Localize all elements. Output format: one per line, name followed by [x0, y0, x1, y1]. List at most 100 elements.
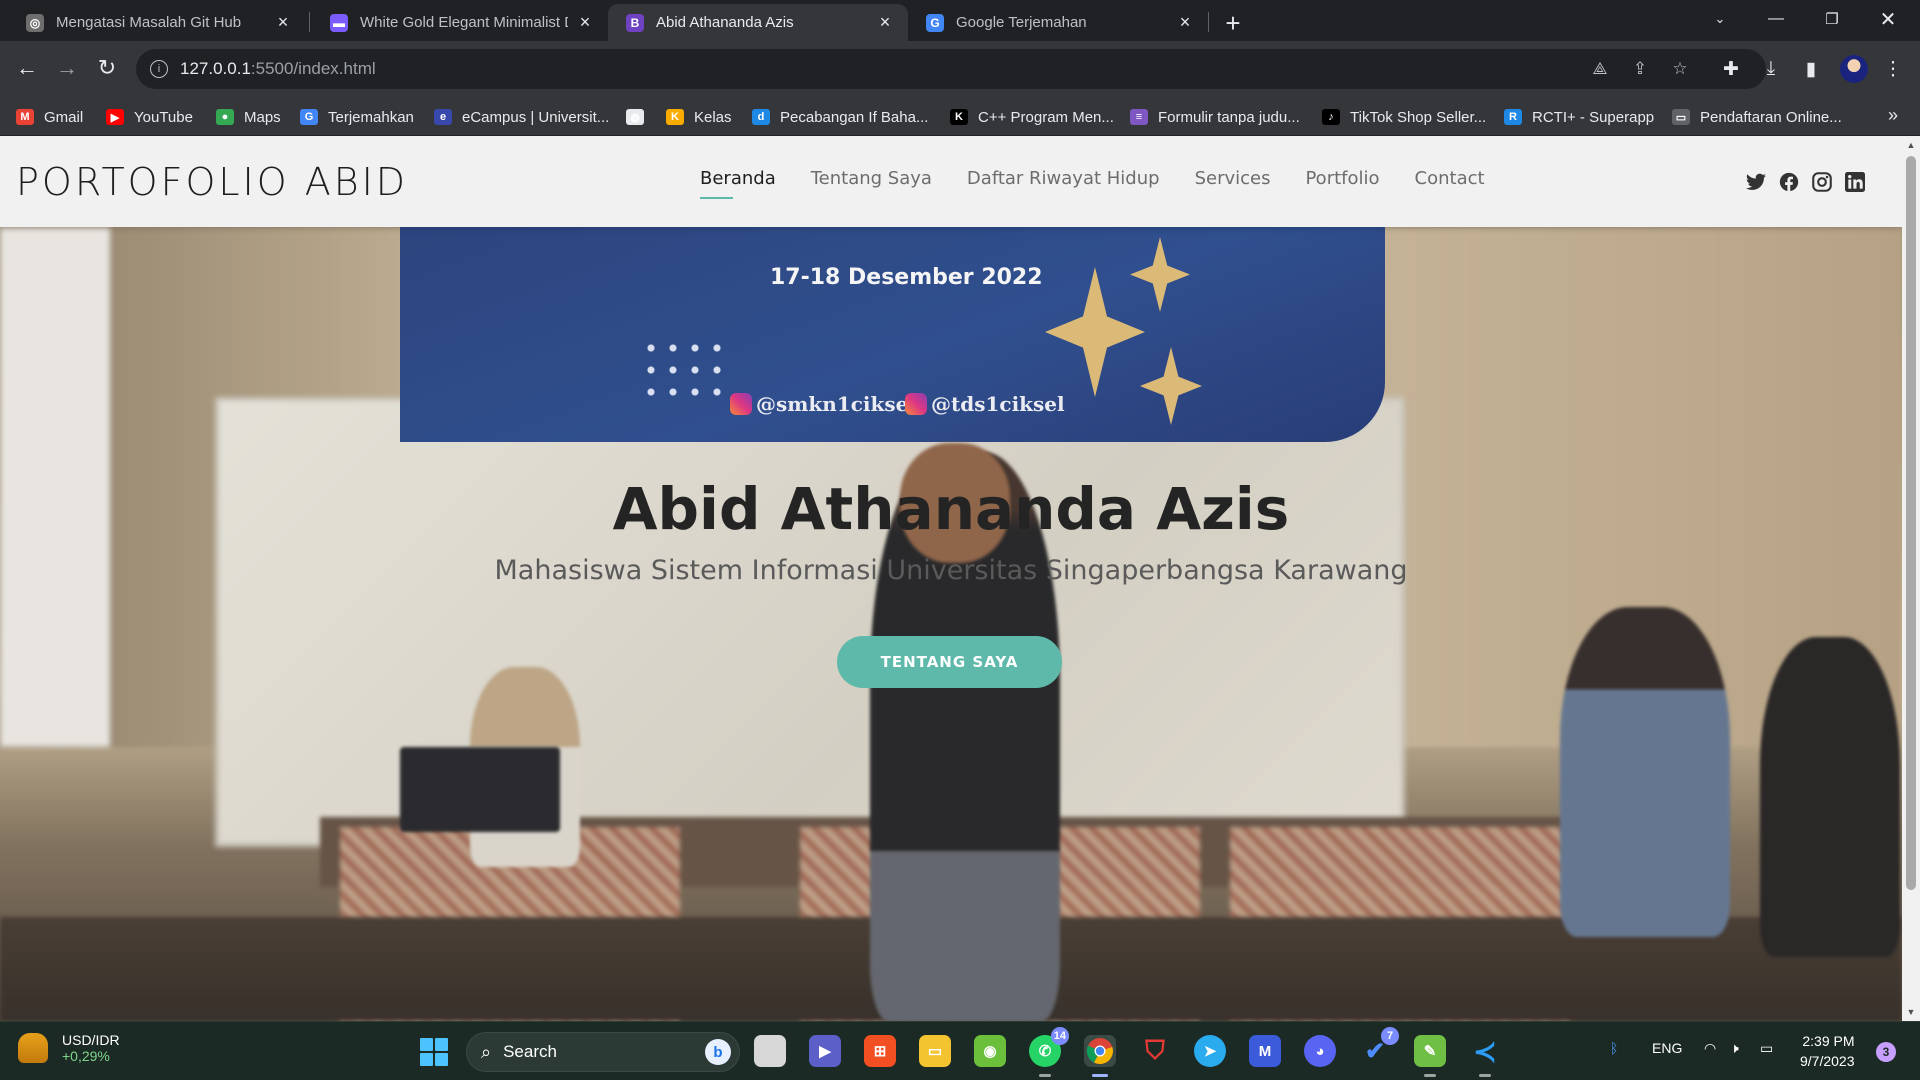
bookmark-item[interactable]: ● Maps: [216, 107, 281, 127]
bookmark-item[interactable]: ◍: [626, 107, 654, 127]
close-window-icon[interactable]: ✕: [1860, 0, 1916, 38]
nav-services[interactable]: Services: [1195, 168, 1271, 199]
close-tab-icon[interactable]: ×: [874, 12, 896, 34]
bookmark-label: YouTube: [134, 108, 193, 126]
bookmark-item[interactable]: ▭ Pendaftaran Online...: [1672, 107, 1842, 127]
scroll-down-icon[interactable]: ▼: [1906, 1007, 1916, 1017]
new-tab-button[interactable]: +: [1218, 8, 1248, 38]
running-indicator: [1424, 1074, 1436, 1077]
site-info-icon[interactable]: i: [150, 60, 168, 78]
bluetooth-icon[interactable]: ᛒ: [1610, 1040, 1618, 1056]
address-bar[interactable]: i 127.0.0.1:5500/index.html ⟁ ⇪ ☆: [136, 49, 1766, 89]
browser-title-bar: ◎ Mengatasi Masalah Git Hub × ▬ White Go…: [0, 0, 1920, 41]
bookmark-star-icon[interactable]: ☆: [1668, 58, 1692, 80]
bookmark-item[interactable]: d Pecabangan If Baha...: [752, 107, 928, 127]
system-clock[interactable]: 2:39 PM 9/7/2023: [1800, 1031, 1855, 1071]
chatgpt-icon: ◎: [26, 13, 44, 32]
instagram-icon[interactable]: [1810, 170, 1834, 194]
scroll-up-icon[interactable]: ▲: [1906, 140, 1916, 150]
minimize-icon[interactable]: —: [1748, 0, 1804, 38]
bookmark-favicon-icon: M: [16, 109, 34, 125]
wifi-icon[interactable]: ◠: [1704, 1040, 1716, 1057]
bookmark-item[interactable]: M Gmail: [16, 107, 83, 127]
restore-icon[interactable]: ❐: [1804, 0, 1860, 38]
page-scrollbar[interactable]: ▲ ▼: [1902, 136, 1920, 1021]
telegram-icon[interactable]: ➤: [1194, 1035, 1226, 1067]
tab-title: Google Terjemahan: [956, 14, 1087, 31]
share-icon[interactable]: ⇪: [1628, 58, 1652, 80]
currency-widget[interactable]: USD/IDR +0,29%: [18, 1032, 120, 1064]
menu-kebab-icon[interactable]: ⋮: [1880, 56, 1906, 82]
bookmark-item[interactable]: R RCTI+ - Superapp: [1504, 107, 1654, 127]
tentang-saya-button[interactable]: TENTANG SAYA: [837, 636, 1062, 688]
clock-date: 9/7/2023: [1800, 1053, 1855, 1069]
bookmark-label: Terjemahkan: [328, 108, 414, 126]
mcafee-icon[interactable]: ⛉: [1139, 1035, 1171, 1067]
teams-icon[interactable]: ▶: [809, 1035, 841, 1067]
forward-icon[interactable]: →: [48, 49, 86, 87]
microsoft-store-icon[interactable]: ⊞: [864, 1035, 896, 1067]
ms-paint-icon[interactable]: M: [1249, 1035, 1281, 1067]
tab-search-chevron-icon[interactable]: ⌄: [1692, 0, 1748, 38]
bookmark-item[interactable]: K C++ Program Men...: [950, 107, 1114, 127]
windows-start-icon[interactable]: [420, 1038, 448, 1066]
bookmark-favicon-icon: ≡: [1130, 109, 1148, 125]
linkedin-icon[interactable]: [1843, 170, 1867, 194]
site-logo[interactable]: PORTOFOLIO ABID: [16, 160, 408, 204]
more-bookmarks-icon[interactable]: »: [1888, 105, 1898, 126]
nav-contact[interactable]: Contact: [1415, 168, 1485, 199]
reload-icon[interactable]: ↻: [88, 49, 126, 87]
close-tab-icon[interactable]: ×: [272, 12, 294, 34]
bookmark-item[interactable]: ♪ TikTok Shop Seller...: [1322, 107, 1486, 127]
microsoft-todo-icon[interactable]: ✔ 7: [1359, 1027, 1399, 1067]
bing-icon[interactable]: b: [705, 1039, 731, 1065]
scrollbar-thumb[interactable]: [1906, 156, 1916, 890]
bookmark-favicon-icon: R: [1504, 109, 1522, 125]
bookmark-label: Maps: [244, 108, 281, 126]
side-panel-icon[interactable]: ▮: [1798, 56, 1824, 82]
file-explorer-icon[interactable]: ▭: [919, 1035, 951, 1067]
tab-google-terjemahan[interactable]: G Google Terjemahan ×: [908, 4, 1208, 41]
bookmark-item[interactable]: ≡ Formulir tanpa judu...: [1130, 107, 1300, 127]
task-view-icon[interactable]: [754, 1035, 786, 1067]
translate-page-icon[interactable]: ⟁: [1588, 58, 1612, 80]
tab-white-gold[interactable]: ▬ White Gold Elegant Minimalist D ×: [312, 4, 608, 41]
language-indicator[interactable]: ENG: [1652, 1040, 1682, 1056]
vscode-icon[interactable]: ≺: [1469, 1035, 1501, 1077]
battery-icon[interactable]: ▭: [1760, 1040, 1773, 1057]
bookmark-item[interactable]: ▶ YouTube: [106, 107, 193, 127]
notepad-plus-icon[interactable]: ✎: [1414, 1035, 1446, 1077]
twitter-icon[interactable]: [1744, 170, 1768, 194]
taskbar-search[interactable]: ⌕ Search b: [466, 1032, 740, 1072]
bookmark-item[interactable]: K Kelas: [666, 107, 732, 127]
nav-tentang-saya[interactable]: Tentang Saya: [811, 168, 932, 199]
back-icon[interactable]: ←: [8, 49, 46, 87]
bookmark-item[interactable]: G Terjemahkan: [300, 107, 414, 127]
download-icon[interactable]: ⤓: [1758, 56, 1784, 82]
close-tab-icon[interactable]: ×: [574, 12, 596, 34]
nav-beranda[interactable]: Beranda: [700, 168, 776, 199]
bookmark-label: Pecabangan If Baha...: [780, 108, 929, 126]
bookmark-favicon-icon: d: [752, 109, 770, 125]
profile-avatar[interactable]: [1840, 55, 1868, 83]
close-tab-icon[interactable]: ×: [1174, 12, 1196, 34]
notification-badge[interactable]: 3: [1876, 1042, 1896, 1062]
site-header: PORTOFOLIO ABID Beranda Tentang Saya Daf…: [0, 136, 1902, 227]
running-indicator: [1479, 1074, 1491, 1077]
discord-icon[interactable]: ◕: [1304, 1035, 1336, 1067]
tab-divider: [309, 12, 310, 32]
bookmark-item[interactable]: e eCampus | Universit...: [434, 107, 609, 127]
extensions-icon[interactable]: ✚: [1718, 56, 1744, 82]
whatsapp-icon[interactable]: ✆ 14: [1029, 1027, 1069, 1077]
tab-abid-athananda-azis[interactable]: B Abid Athananda Azis ×: [608, 4, 908, 41]
nav-daftar-riwayat-hidup[interactable]: Daftar Riwayat Hidup: [967, 168, 1160, 199]
currency-icon: [18, 1033, 48, 1063]
bookmark-label: TikTok Shop Seller...: [1350, 108, 1487, 126]
tab-mengatasi-masalah[interactable]: ◎ Mengatasi Masalah Git Hub ×: [8, 4, 306, 41]
owl-app-icon[interactable]: ◉: [974, 1035, 1006, 1067]
bookmark-label: Gmail: [44, 108, 84, 126]
chrome-icon[interactable]: [1084, 1035, 1116, 1077]
facebook-icon[interactable]: [1777, 170, 1801, 194]
volume-muted-icon[interactable]: 🕨: [1730, 1040, 1739, 1057]
nav-portfolio[interactable]: Portfolio: [1305, 168, 1379, 199]
